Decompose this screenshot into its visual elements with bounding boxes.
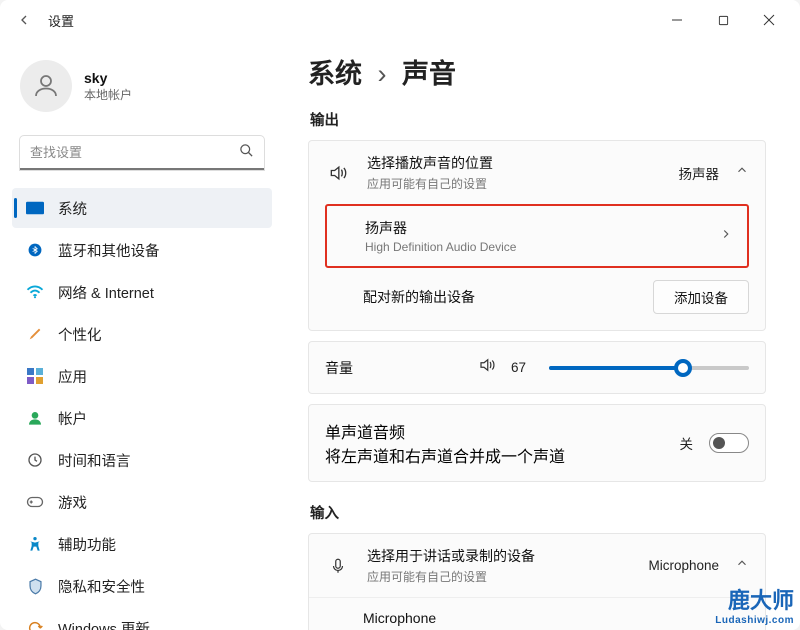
chevron-up-icon — [735, 163, 749, 182]
volume-icon[interactable] — [477, 356, 497, 379]
speaker-subtitle: High Definition Audio Device — [365, 240, 703, 254]
speaker-icon — [325, 163, 351, 183]
search-icon — [239, 143, 254, 163]
volume-row: 音量 67 — [309, 342, 765, 393]
accessibility-icon — [26, 535, 44, 553]
sidebar-item-label: 系统 — [58, 198, 87, 219]
person-icon — [26, 409, 44, 427]
bluetooth-icon — [26, 241, 44, 259]
mono-toggle[interactable] — [709, 433, 749, 453]
volume-slider[interactable] — [549, 366, 749, 370]
breadcrumb-separator: › — [378, 59, 387, 89]
settings-window: 设置 sky 本地帐户 — [0, 0, 800, 630]
pair-new-device-row: 配对新的输出设备 添加设备 — [309, 276, 765, 328]
sidebar-item-accessibility[interactable]: 辅助功能 — [12, 524, 272, 564]
close-button[interactable] — [746, 4, 792, 36]
input-device-title: 选择用于讲话或录制的设备 — [367, 546, 632, 566]
mono-audio-row[interactable]: 单声道音频 将左声道和右声道合并成一个声道 关 — [309, 405, 765, 481]
sidebar-item-bluetooth[interactable]: 蓝牙和其他设备 — [12, 230, 272, 270]
profile-subtitle: 本地帐户 — [84, 86, 132, 103]
output-device-subtitle: 应用可能有自己的设置 — [367, 175, 663, 192]
output-device-row[interactable]: 选择播放声音的位置 应用可能有自己的设置 扬声器 — [309, 141, 765, 204]
sidebar-item-label: 隐私和安全性 — [58, 576, 145, 597]
section-output-title: 输出 — [310, 109, 766, 130]
microphone-item[interactable]: Microphone High Definition Audio Device — [309, 597, 765, 630]
search-box — [20, 136, 264, 170]
shield-icon — [26, 577, 44, 595]
volume-label: 音量 — [325, 358, 375, 378]
sidebar: sky 本地帐户 系统 蓝牙和其他设备 — [0, 40, 280, 630]
sidebar-item-accounts[interactable]: 帐户 — [12, 398, 272, 438]
display-icon — [26, 199, 44, 217]
mono-state-label: 关 — [680, 433, 694, 453]
add-device-button[interactable]: 添加设备 — [653, 280, 749, 314]
output-device-value: 扬声器 — [679, 163, 720, 183]
output-device-title: 选择播放声音的位置 — [367, 153, 663, 173]
update-icon — [26, 619, 44, 630]
sidebar-item-label: 游戏 — [58, 492, 87, 513]
watermark-url: Ludashiwj.com — [715, 615, 794, 626]
sidebar-item-label: 帐户 — [58, 408, 87, 429]
sidebar-item-label: Windows 更新 — [58, 618, 150, 630]
breadcrumb-leaf: 声音 — [402, 59, 456, 89]
speaker-item[interactable]: 扬声器 High Definition Audio Device — [327, 206, 747, 266]
sidebar-item-time-language[interactable]: 时间和语言 — [12, 440, 272, 480]
input-device-row[interactable]: 选择用于讲话或录制的设备 应用可能有自己的设置 Microphone — [309, 534, 765, 597]
section-input-title: 输入 — [310, 502, 766, 523]
wifi-icon — [26, 283, 44, 301]
breadcrumb: 系统 › 声音 — [308, 52, 766, 91]
microphone-title: Microphone — [363, 610, 751, 626]
profile[interactable]: sky 本地帐户 — [12, 48, 272, 132]
search-input[interactable] — [20, 136, 264, 170]
sidebar-item-network[interactable]: 网络 & Internet — [12, 272, 272, 312]
input-device-subtitle: 应用可能有自己的设置 — [367, 568, 632, 585]
sidebar-item-privacy[interactable]: 隐私和安全性 — [12, 566, 272, 606]
chevron-right-icon — [719, 227, 733, 246]
mono-title: 单声道音频 — [325, 419, 664, 443]
output-card: 选择播放声音的位置 应用可能有自己的设置 扬声器 扬声器 High Defini… — [308, 140, 766, 331]
sidebar-item-system[interactable]: 系统 — [12, 188, 272, 228]
apps-icon — [26, 367, 44, 385]
sidebar-item-windows-update[interactable]: Windows 更新 — [12, 608, 272, 630]
watermark-title: 鹿大师 — [715, 583, 794, 615]
nav: 系统 蓝牙和其他设备 网络 & Internet 个性化 应用 — [12, 188, 272, 630]
watermark: 鹿大师 Ludashiwj.com — [715, 583, 794, 626]
titlebar: 设置 — [0, 0, 800, 40]
sidebar-item-label: 辅助功能 — [58, 534, 116, 555]
pair-title: 配对新的输出设备 — [363, 287, 637, 307]
minimize-button[interactable] — [654, 4, 700, 36]
clock-icon — [26, 451, 44, 469]
content: 系统 › 声音 输出 选择播放声音的位置 应用可能有自己的设置 扬声器 — [280, 40, 800, 630]
body: sky 本地帐户 系统 蓝牙和其他设备 — [0, 40, 800, 630]
back-button[interactable] — [8, 4, 40, 36]
avatar — [20, 60, 72, 112]
sidebar-item-apps[interactable]: 应用 — [12, 356, 272, 396]
sidebar-item-gaming[interactable]: 游戏 — [12, 482, 272, 522]
profile-name: sky — [84, 70, 132, 86]
gamepad-icon — [26, 493, 44, 511]
sidebar-item-label: 网络 & Internet — [58, 282, 154, 303]
mono-card: 单声道音频 将左声道和右声道合并成一个声道 关 — [308, 404, 766, 482]
slider-thumb[interactable] — [674, 359, 692, 377]
speaker-item-highlighted: 扬声器 High Definition Audio Device — [325, 204, 749, 268]
chevron-up-icon — [735, 556, 749, 575]
mono-subtitle: 将左声道和右声道合并成一个声道 — [325, 443, 664, 467]
sidebar-item-label: 蓝牙和其他设备 — [58, 240, 160, 261]
window-title: 设置 — [48, 11, 74, 30]
input-card: 选择用于讲话或录制的设备 应用可能有自己的设置 Microphone Micro… — [308, 533, 766, 630]
microphone-icon — [325, 555, 351, 577]
sidebar-item-label: 应用 — [58, 366, 87, 387]
breadcrumb-root[interactable]: 系统 — [308, 59, 362, 89]
sidebar-item-label: 个性化 — [58, 324, 102, 345]
window-controls — [654, 4, 792, 36]
speaker-title: 扬声器 — [365, 218, 703, 238]
brush-icon — [26, 325, 44, 343]
sidebar-item-personalization[interactable]: 个性化 — [12, 314, 272, 354]
volume-value: 67 — [511, 360, 535, 375]
input-device-value: Microphone — [648, 558, 719, 573]
sidebar-item-label: 时间和语言 — [58, 450, 131, 471]
volume-card: 音量 67 — [308, 341, 766, 394]
maximize-button[interactable] — [700, 4, 746, 36]
